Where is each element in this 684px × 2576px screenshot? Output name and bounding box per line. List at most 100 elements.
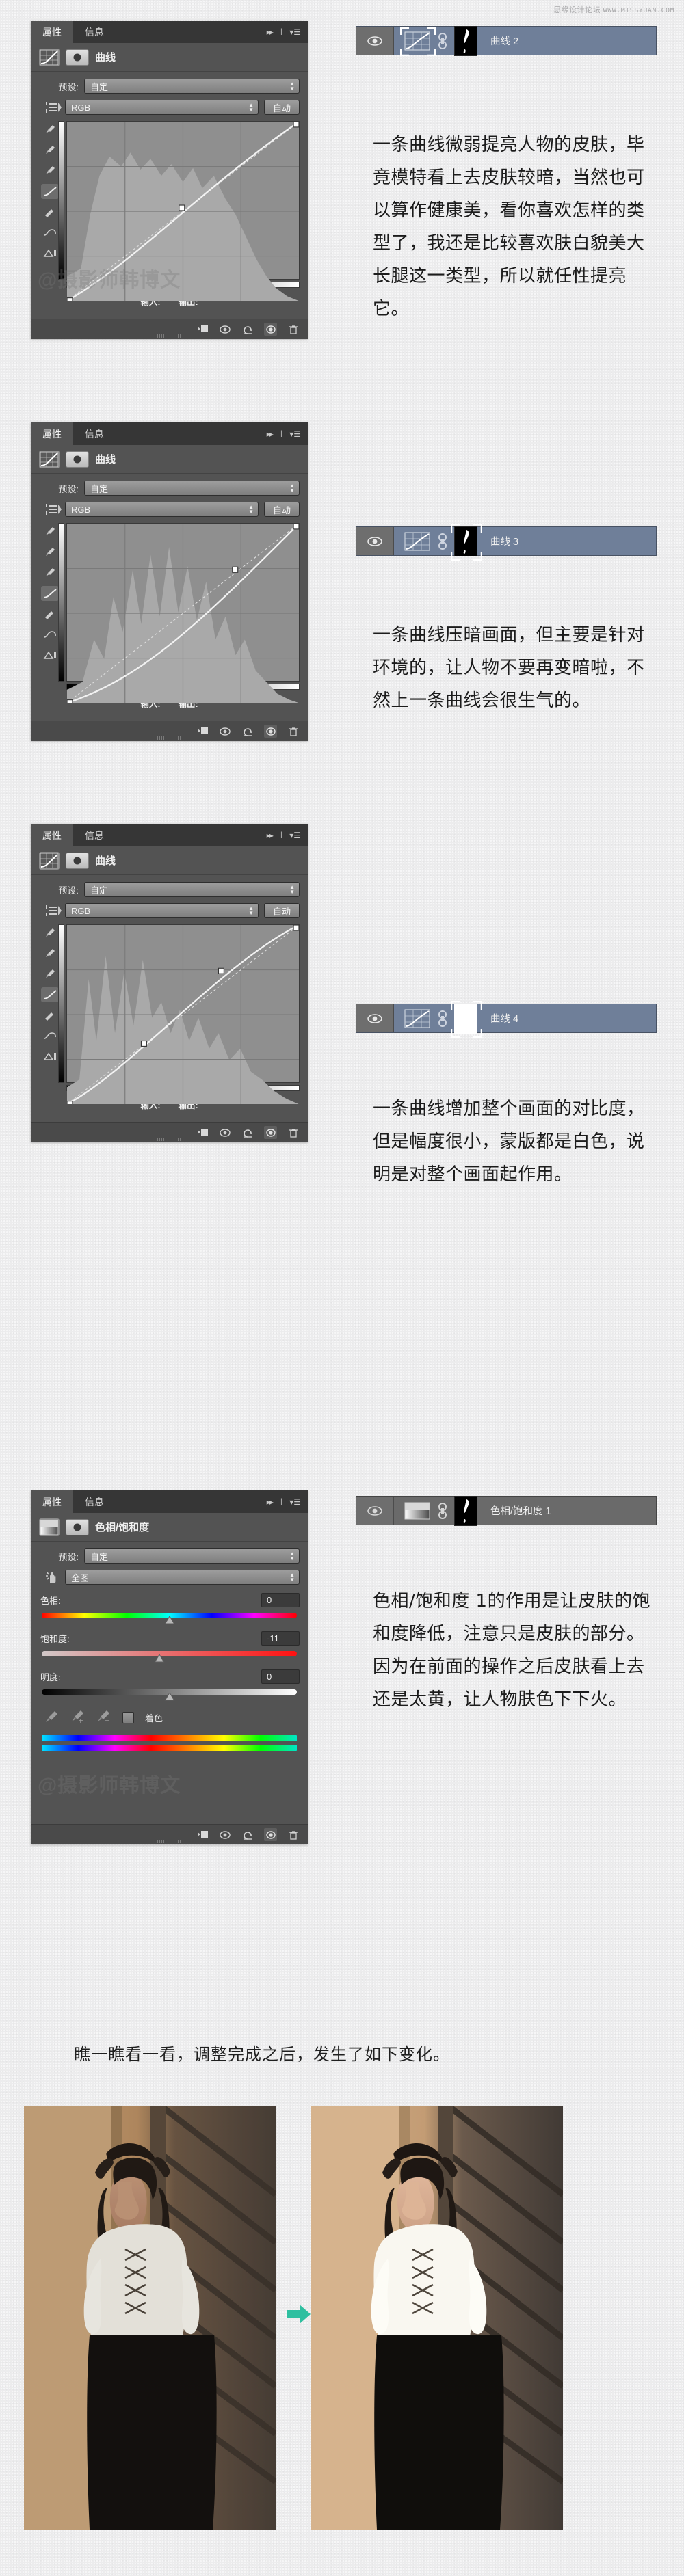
delete-icon[interactable] (287, 725, 300, 738)
eyedropper-gray-icon[interactable] (41, 545, 59, 560)
lightness-slider-knob[interactable] (164, 1692, 174, 1701)
colorize-checkbox[interactable] (122, 1712, 134, 1723)
layer-mask-thumbnail[interactable] (451, 1000, 482, 1038)
pencil-curve-icon[interactable] (41, 606, 59, 621)
mask-thumbnail-icon[interactable] (66, 1518, 89, 1535)
layer-row[interactable]: 曲线 3 (356, 523, 657, 561)
properties-panel-hue-saturation[interactable]: 属性 信息 ▸▸ ‖ ▾☰ 色相/饱和度 预设: 自定 ▲ ▼ 全图 ▲ ▼ 色… (31, 1490, 308, 1844)
resize-grip-icon[interactable] (157, 334, 182, 338)
tab-info[interactable]: 信息 (73, 1490, 116, 1513)
preview-eye-icon[interactable] (219, 1126, 232, 1139)
panel-menu-icon[interactable]: ▾☰ (289, 429, 301, 439)
link-icon[interactable] (437, 1010, 448, 1028)
preview-eye-icon[interactable] (219, 725, 232, 738)
curve-edit-point-icon[interactable] (41, 586, 59, 601)
clip-to-layer-icon[interactable] (196, 323, 209, 336)
smooth-curve-icon[interactable] (41, 627, 59, 642)
targeted-adjustment-hand-icon[interactable] (44, 1570, 62, 1585)
eyedropper-gray-icon[interactable] (41, 946, 59, 961)
panel-menu-icon[interactable]: ▾☰ (289, 831, 301, 840)
panel-grip-icon[interactable]: ‖ (279, 830, 282, 840)
layer-mask-thumbnail[interactable] (454, 25, 477, 56)
layer-visibility-eye-icon[interactable] (356, 27, 394, 55)
tab-info[interactable]: 信息 (73, 422, 116, 445)
delete-icon[interactable] (287, 1126, 300, 1139)
layer-visibility-eye-icon[interactable] (356, 527, 394, 555)
channel-select[interactable]: RGB ▲ ▼ (65, 502, 259, 517)
layer-content[interactable]: 曲线 4 (394, 1000, 656, 1038)
smooth-curve-icon[interactable] (41, 1028, 59, 1043)
tab-info[interactable]: 信息 (73, 21, 116, 43)
curve-graph[interactable] (66, 121, 300, 301)
layer-mask-thumbnail[interactable] (454, 1495, 477, 1526)
curve-editor[interactable] (39, 924, 300, 1105)
clipping-warning-icon[interactable] (41, 1049, 59, 1064)
preview-eye-icon[interactable] (219, 1828, 232, 1841)
properties-panel-curves-3[interactable]: 属性 信息 ▸▸ ‖ ▾☰ 曲线 预设: 自定 ▲ ▼ RGB ▲ ▼ 自动 输… (31, 422, 308, 741)
panel-menu-icon[interactable]: ▾☰ (289, 27, 301, 37)
hue-saturation-icon[interactable] (404, 1501, 431, 1521)
reset-icon[interactable] (241, 1126, 254, 1139)
clipping-warning-icon[interactable] (41, 245, 59, 260)
auto-button[interactable]: 自动 (264, 100, 300, 115)
eyedropper-black-icon[interactable] (41, 926, 59, 941)
curves-icon[interactable] (404, 1008, 431, 1029)
eyedropper-black-icon[interactable] (41, 122, 59, 137)
layer-content[interactable]: 色相/饱和度 1 (394, 1495, 656, 1526)
curve-editor[interactable] (39, 121, 300, 301)
tab-properties[interactable]: 属性 (31, 824, 73, 846)
layer-row[interactable]: 色相/饱和度 1 (356, 1495, 657, 1526)
clip-to-layer-icon[interactable] (196, 725, 209, 738)
curves-icon[interactable] (404, 531, 431, 552)
reset-icon[interactable] (241, 1828, 254, 1841)
hue-range-bar-bottom[interactable] (42, 1745, 297, 1751)
layer-row[interactable]: 曲线 2 (356, 25, 657, 56)
channel-select[interactable]: RGB ▲ ▼ (65, 903, 259, 918)
reset-icon[interactable] (241, 725, 254, 738)
properties-panel-curves-2[interactable]: 属性 信息 ▸▸ ‖ ▾☰ 曲线 预设: 自定 ▲ ▼ RGB ▲ ▼ 自动 输… (31, 21, 308, 339)
eyedropper-black-icon[interactable] (41, 524, 59, 539)
smooth-curve-icon[interactable] (41, 225, 59, 240)
panel-grip-icon[interactable]: ‖ (279, 1497, 282, 1507)
resize-grip-icon[interactable] (157, 1840, 182, 1843)
pencil-curve-icon[interactable] (41, 1008, 59, 1023)
mask-thumbnail-icon[interactable] (66, 49, 89, 66)
lightness-value-field[interactable]: 0 (261, 1669, 300, 1684)
preset-select[interactable]: 自定 ▲ ▼ (84, 79, 300, 94)
tab-info[interactable]: 信息 (73, 824, 116, 846)
clipping-warning-icon[interactable] (41, 647, 59, 662)
auto-button[interactable]: 自动 (264, 502, 300, 517)
preset-select[interactable]: 自定 ▲ ▼ (84, 481, 300, 496)
toggle-visibility-icon[interactable] (264, 725, 277, 738)
curve-graph-wrap[interactable] (58, 121, 300, 301)
eyedropper-gray-icon[interactable] (41, 143, 59, 158)
mask-thumbnail-icon[interactable] (66, 852, 89, 869)
reset-icon[interactable] (241, 323, 254, 336)
panel-grip-icon[interactable]: ‖ (279, 27, 282, 37)
toggle-visibility-icon[interactable] (264, 1126, 277, 1139)
resize-grip-icon[interactable] (157, 1138, 182, 1141)
delete-icon[interactable] (287, 323, 300, 336)
layer-row[interactable]: 曲线 4 (356, 1000, 657, 1038)
layer-visibility-eye-icon[interactable] (356, 1004, 394, 1032)
eyedropper-white-icon[interactable] (41, 967, 59, 982)
layer-visibility-eye-icon[interactable] (356, 1497, 394, 1525)
tab-properties[interactable]: 属性 (31, 1490, 73, 1513)
panel-menu-icon[interactable]: ▾☰ (289, 1497, 301, 1507)
panel-grip-icon[interactable]: ‖ (279, 429, 282, 439)
preview-eye-icon[interactable] (219, 323, 232, 336)
saturation-slider[interactable] (42, 1651, 297, 1663)
eyedropper-icon[interactable] (44, 1710, 60, 1726)
auto-button[interactable]: 自动 (264, 903, 300, 918)
eyedropper-white-icon[interactable] (41, 565, 59, 580)
preset-select[interactable]: 自定 ▲ ▼ (84, 882, 300, 897)
properties-panel-curves-4[interactable]: 属性 信息 ▸▸ ‖ ▾☰ 曲线 预设: 自定 ▲ ▼ RGB ▲ ▼ 自动 输… (31, 824, 308, 1142)
saturation-value-field[interactable]: -11 (261, 1631, 300, 1646)
hue-slider[interactable] (42, 1613, 297, 1624)
hue-value-field[interactable]: 0 (261, 1592, 300, 1607)
link-icon[interactable] (437, 32, 448, 50)
pencil-curve-icon[interactable] (41, 204, 59, 219)
tab-properties[interactable]: 属性 (31, 422, 73, 445)
link-icon[interactable] (437, 1502, 448, 1520)
toggle-visibility-icon[interactable] (264, 323, 277, 336)
